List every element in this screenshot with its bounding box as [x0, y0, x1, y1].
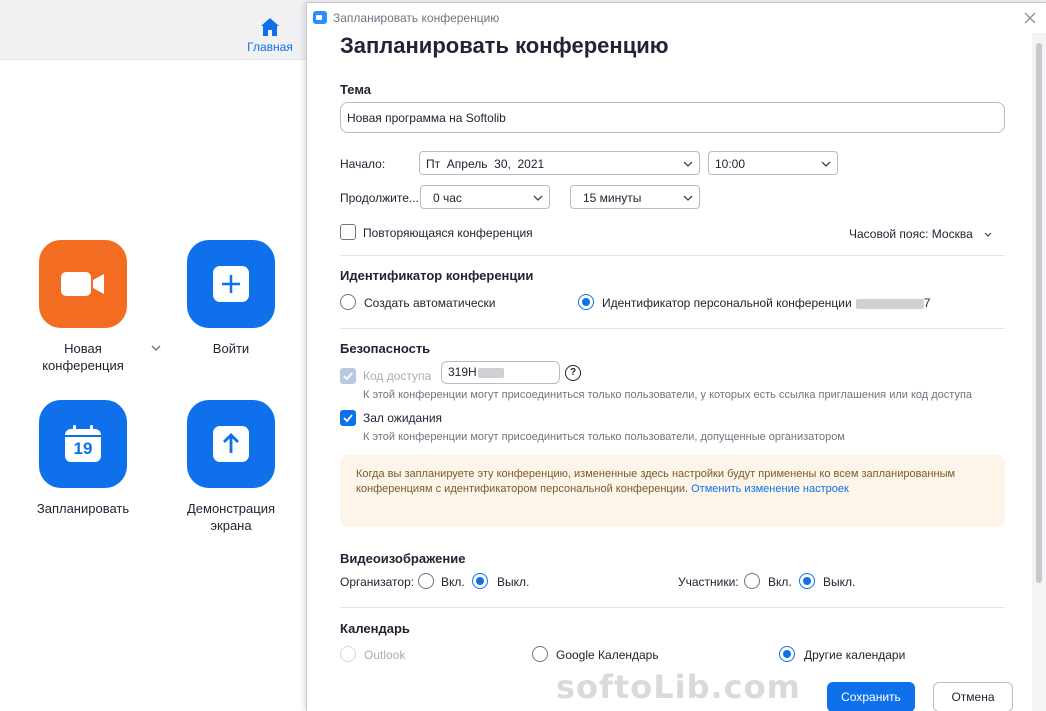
- new-meeting-button[interactable]: [39, 240, 127, 328]
- cancel-button[interactable]: Отмена: [933, 682, 1013, 711]
- topic-label: Тема: [340, 82, 372, 97]
- notice-text: Когда вы запланируете эту конференцию, и…: [356, 468, 956, 495]
- video-title: Видеоизображение: [340, 551, 466, 566]
- start-date-value: Пт Апрель 30, 2021: [426, 157, 545, 171]
- page-title: Запланировать конференцию: [340, 33, 669, 58]
- topic-input[interactable]: [340, 102, 1005, 133]
- calendar-other-radio[interactable]: [779, 646, 795, 662]
- new-meeting-label: Новая конференция: [42, 341, 124, 373]
- window-title: Запланировать конференцию: [333, 11, 500, 25]
- zoom-app-icon: [313, 11, 327, 24]
- meeting-id-auto-radio[interactable]: [340, 294, 356, 310]
- participants-video-off-radio[interactable]: [799, 573, 815, 589]
- duration-minutes-value: 15 минуты: [583, 191, 642, 205]
- share-screen-button[interactable]: [187, 400, 275, 488]
- duration-hours-value: 0 час: [433, 191, 462, 205]
- meeting-id-personal-label: Идентификатор персональной конференции: [602, 296, 852, 310]
- share-arrow-icon: [213, 426, 249, 462]
- share-screen-label: Демонстрация экрана: [186, 501, 276, 533]
- start-date-select[interactable]: Пт Апрель 30, 2021: [419, 151, 700, 175]
- chevron-down-icon: [533, 195, 543, 201]
- join-button[interactable]: [187, 240, 275, 328]
- participants-video-on-label: Вкл.: [768, 575, 792, 589]
- calendar-outlook-radio[interactable]: [340, 646, 356, 662]
- schedule-dialog: Запланировать конференцию Запланировать …: [306, 2, 1046, 711]
- calendar-title: Календарь: [340, 621, 410, 636]
- passcode-label: Код доступа: [363, 369, 432, 383]
- save-button[interactable]: Сохранить: [827, 682, 915, 711]
- security-title: Безопасность: [340, 341, 431, 356]
- chevron-down-icon: [821, 161, 831, 167]
- join-label: Войти: [212, 341, 250, 356]
- passcode-checkbox[interactable]: [340, 368, 356, 384]
- chevron-down-icon: [683, 195, 693, 201]
- recurring-checkbox[interactable]: [340, 224, 356, 240]
- home-icon: [261, 18, 279, 36]
- meeting-id-title: Идентификатор конференции: [340, 268, 534, 283]
- host-video-off-label: Выкл.: [497, 575, 530, 589]
- help-icon[interactable]: ?: [565, 365, 581, 381]
- passcode-hint: К этой конференции могут присоединиться …: [363, 389, 973, 401]
- chevron-down-icon: [984, 232, 992, 237]
- divider: [340, 607, 1005, 608]
- start-time-value: 10:00: [715, 157, 746, 171]
- meeting-id-personal-tail: 7: [923, 296, 931, 310]
- schedule-tile: 19 Запланировать: [13, 400, 153, 517]
- host-video-off-radio[interactable]: [472, 573, 488, 589]
- undo-changes-link[interactable]: Отменить изменение настроек: [691, 483, 849, 495]
- participants-video-label: Участники:: [678, 575, 739, 589]
- close-icon[interactable]: [1019, 7, 1041, 29]
- schedule-label: Запланировать: [36, 501, 130, 516]
- dialog-titlebar: Запланировать конференцию: [307, 3, 1046, 31]
- calendar-other-label: Другие календари: [804, 648, 906, 662]
- timezone-select[interactable]: Часовой пояс: Москва: [849, 225, 993, 243]
- passcode-input[interactable]: 319H: [441, 361, 560, 384]
- share-screen-tile: Демонстрация экрана: [161, 400, 301, 534]
- check-icon: [343, 372, 353, 381]
- recurring-label: Повторяющаяся конференция: [363, 226, 533, 240]
- host-video-on-label: Вкл.: [441, 575, 465, 589]
- calendar-day: 19: [73, 439, 93, 458]
- passcode-value: 319H: [448, 365, 477, 379]
- host-video-on-radio[interactable]: [418, 573, 434, 589]
- divider: [340, 328, 1005, 329]
- waiting-room-label: Зал ожидания: [363, 411, 443, 425]
- calendar-google-radio[interactable]: [532, 646, 548, 662]
- calendar-outlook-label: Outlook: [364, 648, 406, 662]
- participants-video-off-label: Выкл.: [823, 575, 856, 589]
- video-camera-icon: [61, 272, 104, 296]
- duration-minutes-select[interactable]: 15 минуты: [570, 185, 700, 209]
- tab-home[interactable]: Главная: [242, 12, 298, 56]
- divider: [340, 255, 1005, 256]
- schedule-button[interactable]: 19: [39, 400, 127, 488]
- waiting-room-hint: К этой конференции могут присоединиться …: [363, 431, 845, 443]
- plus-icon: [213, 266, 249, 302]
- meeting-id-personal-radio[interactable]: [578, 294, 594, 310]
- calendar-google-label: Google Календарь: [556, 648, 659, 662]
- join-tile: Войти: [161, 240, 301, 357]
- new-meeting-tile: Новая конференция: [13, 240, 153, 374]
- redacted-id: [855, 298, 924, 309]
- tab-home-label: Главная: [247, 40, 293, 54]
- participants-video-on-radio[interactable]: [744, 573, 760, 589]
- meeting-id-auto-label: Создать автоматически: [364, 296, 496, 310]
- chevron-down-icon: [683, 161, 693, 167]
- waiting-room-checkbox[interactable]: [340, 410, 356, 426]
- redacted-passcode: [477, 367, 504, 378]
- calendar-icon: 19: [64, 425, 102, 463]
- host-video-label: Организатор:: [340, 575, 415, 589]
- duration-label: Продолжите...: [340, 191, 419, 205]
- start-label: Начало:: [340, 157, 386, 171]
- meeting-id-personal: Идентификатор персональной конференции 7: [602, 296, 930, 310]
- check-icon: [343, 414, 353, 423]
- timezone-value: Часовой пояс: Москва: [849, 227, 973, 241]
- settings-notice: Когда вы запланируете эту конференцию, и…: [340, 455, 1005, 527]
- duration-hours-select[interactable]: 0 час: [420, 185, 550, 209]
- start-time-select[interactable]: 10:00: [708, 151, 838, 175]
- scrollbar-thumb[interactable]: [1036, 43, 1042, 583]
